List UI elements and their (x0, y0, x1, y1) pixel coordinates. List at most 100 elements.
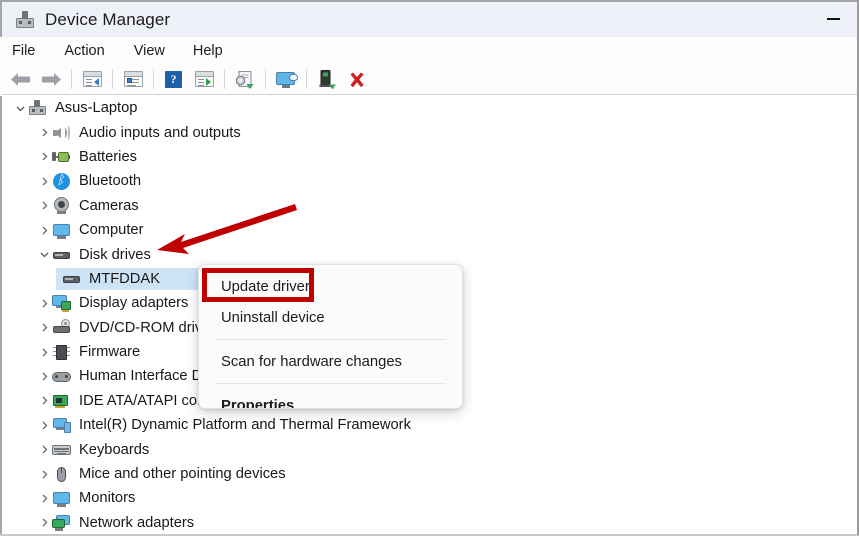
toolbar-separator (306, 69, 307, 89)
menu-action[interactable]: Action (64, 40, 104, 62)
display-adapter-icon (52, 294, 71, 313)
forward-arrow-icon (42, 73, 61, 86)
chevron-right-icon[interactable] (36, 323, 52, 332)
toolbar-separator (71, 69, 72, 89)
enable-device-icon (319, 70, 336, 89)
properties-button[interactable] (120, 67, 146, 91)
chevron-right-icon[interactable] (36, 152, 52, 161)
chevron-right-icon[interactable] (36, 494, 52, 503)
title-bar: Device Manager (0, 0, 857, 37)
intel-platform-icon (52, 416, 71, 435)
toolbar: ? (2, 64, 857, 95)
speaker-icon (52, 123, 71, 142)
chevron-right-icon[interactable] (36, 445, 52, 454)
toolbar-separator (265, 69, 266, 89)
tree-row-mice[interactable]: Mice and other pointing devices (4, 462, 855, 486)
monitor-icon (52, 221, 71, 240)
chevron-right-icon[interactable] (36, 177, 52, 186)
tree-row-bluetooth[interactable]: ᛒ Bluetooth (4, 169, 855, 193)
show-hide-action-pane-icon (195, 71, 214, 87)
chevron-right-icon[interactable] (36, 299, 52, 308)
tree-label: Audio inputs and outputs (79, 124, 241, 141)
chevron-right-icon[interactable] (36, 372, 52, 381)
update-driver-icon (235, 71, 254, 89)
chevron-down-icon[interactable] (12, 104, 28, 113)
context-menu-item-properties[interactable]: Properties (199, 390, 462, 409)
tree-label-selected: MTFDDAK (89, 270, 160, 287)
minimize-button[interactable] (810, 2, 857, 36)
tree-row-batteries[interactable]: Batteries (4, 145, 855, 169)
keyboard-icon (52, 440, 71, 459)
controller-card-icon (52, 391, 71, 410)
context-menu-item-uninstall-device[interactable]: Uninstall device (199, 302, 462, 333)
scan-for-hardware-changes-button[interactable] (273, 67, 299, 91)
tree-label: Monitors (79, 490, 136, 507)
properties-icon (124, 71, 143, 87)
help-button[interactable]: ? (161, 67, 187, 91)
chevron-right-icon[interactable] (36, 421, 52, 430)
forward-button[interactable] (38, 67, 64, 91)
toolbar-separator (224, 69, 225, 89)
tree-label: Cameras (79, 197, 139, 214)
tree-row-network-adapters[interactable]: Network adapters (4, 511, 855, 534)
toolbar-separator (112, 69, 113, 89)
update-driver-button[interactable] (232, 67, 258, 91)
menu-bar: File Action View Help (2, 37, 857, 64)
context-menu-item-update-driver[interactable]: Update driver (199, 271, 462, 302)
show-hide-console-tree-icon (83, 71, 102, 87)
context-menu-item-scan-for-hardware-changes[interactable]: Scan for hardware changes (199, 346, 462, 377)
back-arrow-icon (11, 73, 30, 86)
tree-label: Computer (79, 222, 144, 239)
mouse-icon (52, 465, 71, 484)
tree-row-keyboards[interactable]: Keyboards (4, 437, 855, 461)
tree-row-intel-dptf[interactable]: Intel(R) Dynamic Platform and Thermal Fr… (4, 413, 855, 437)
device-manager-window: Device Manager File Action View Help ? A… (0, 0, 859, 536)
back-button[interactable] (8, 67, 34, 91)
chevron-right-icon[interactable] (36, 518, 52, 527)
menu-view[interactable]: View (134, 40, 165, 62)
tree-label: Disk drives (79, 246, 151, 263)
chip-icon (52, 343, 71, 362)
uninstall-device-button[interactable] (344, 67, 370, 91)
tree-label: DVD/CD-ROM drives (79, 319, 218, 336)
uninstall-device-icon (350, 72, 364, 88)
context-menu[interactable]: Update driver Uninstall device Scan for … (198, 264, 463, 409)
network-adapter-icon (52, 513, 71, 532)
hard-disk-icon (62, 269, 81, 288)
tree-label: Batteries (79, 148, 137, 165)
chevron-right-icon[interactable] (36, 396, 52, 405)
chevron-right-icon[interactable] (36, 470, 52, 479)
bluetooth-icon: ᛒ (52, 172, 71, 191)
scan-for-hardware-changes-icon (276, 71, 298, 89)
toolbar-separator (153, 69, 154, 89)
chevron-right-icon[interactable] (36, 128, 52, 137)
battery-icon (52, 147, 71, 166)
help-icon: ? (165, 71, 182, 88)
dvd-drive-icon (52, 318, 71, 337)
show-hide-action-pane-button[interactable] (191, 67, 217, 91)
context-menu-separator (215, 339, 446, 340)
chevron-right-icon[interactable] (36, 201, 52, 210)
menu-file[interactable]: File (12, 40, 35, 62)
tree-row-audio[interactable]: Audio inputs and outputs (4, 120, 855, 144)
tree-label: Network adapters (79, 514, 195, 531)
chevron-right-icon[interactable] (36, 226, 52, 235)
tree-row-computer[interactable]: Computer (4, 218, 855, 242)
monitor-icon (52, 489, 71, 508)
tree-label-root: Asus-Laptop (55, 100, 138, 117)
tree-row-monitors[interactable]: Monitors (4, 486, 855, 510)
computer-icon (28, 99, 47, 118)
chevron-down-icon[interactable] (36, 250, 52, 259)
tree-row-cameras[interactable]: Cameras (4, 194, 855, 218)
context-menu-separator (215, 383, 446, 384)
chevron-right-icon[interactable] (36, 348, 52, 357)
hard-disk-icon (52, 245, 71, 264)
tree-label: Firmware (79, 344, 141, 361)
show-hide-console-tree-button[interactable] (79, 67, 105, 91)
minimize-icon (827, 18, 840, 20)
camera-icon (52, 196, 71, 215)
enable-device-button[interactable] (314, 67, 340, 91)
tree-row-root[interactable]: Asus-Laptop (4, 96, 855, 120)
menu-help[interactable]: Help (193, 40, 223, 62)
window-title: Device Manager (45, 9, 171, 29)
